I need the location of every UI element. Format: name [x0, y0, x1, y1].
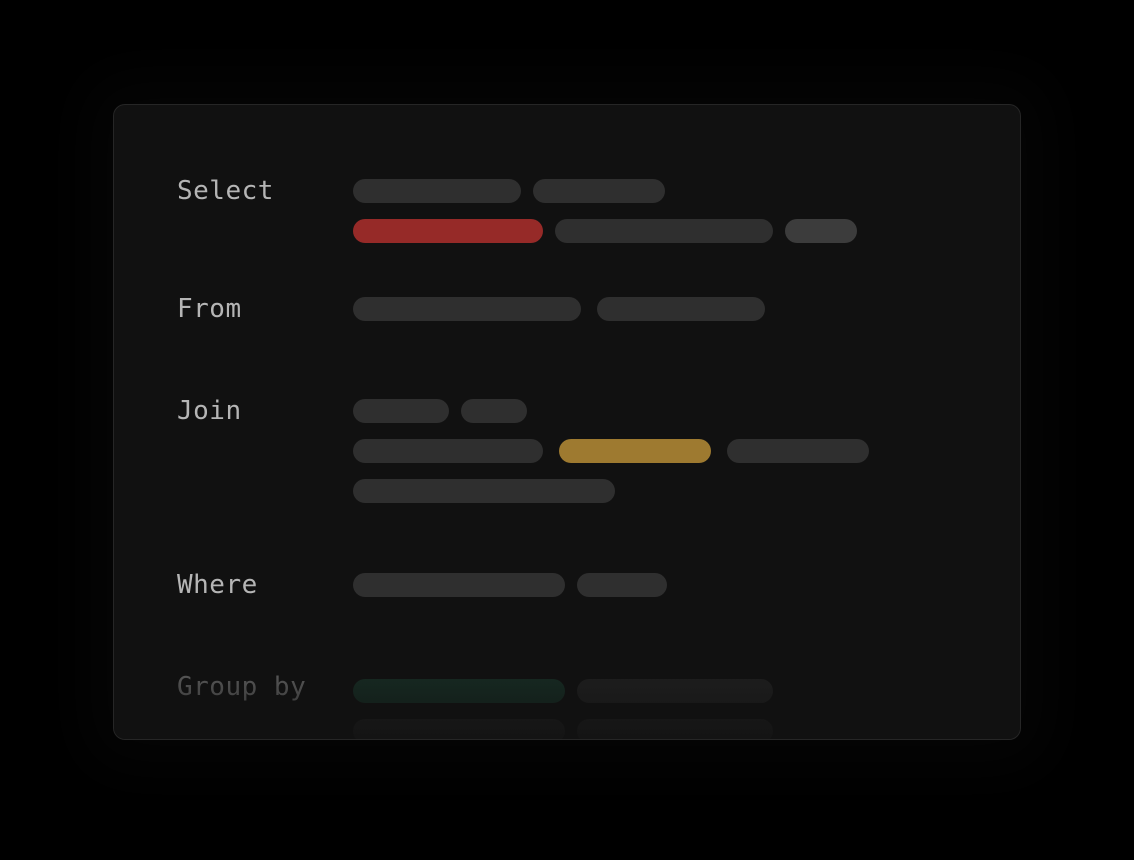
- group-by-label: Group by: [177, 672, 307, 702]
- join-token-placeholder: [353, 479, 615, 503]
- join-token-placeholder: [461, 399, 527, 423]
- join-label: Join: [177, 396, 242, 426]
- where-label: Where: [177, 570, 258, 600]
- group-by-token-highlighted-green: [353, 679, 565, 703]
- group-by-token-placeholder: [577, 719, 773, 739]
- where-token-placeholder: [577, 573, 667, 597]
- select-token-placeholder: [785, 219, 857, 243]
- join-token-placeholder: [727, 439, 869, 463]
- join-token-placeholder: [353, 439, 543, 463]
- select-token-placeholder: [533, 179, 665, 203]
- select-token-highlighted-red: [353, 219, 543, 243]
- group-by-token-placeholder: [577, 679, 773, 703]
- join-token-highlighted-gold: [559, 439, 711, 463]
- from-token-placeholder: [597, 297, 765, 321]
- from-label: From: [177, 294, 242, 324]
- select-token-placeholder: [555, 219, 773, 243]
- group-by-token-placeholder: [353, 719, 565, 739]
- select-label: Select: [177, 176, 274, 206]
- where-token-placeholder: [353, 573, 565, 597]
- select-token-placeholder: [353, 179, 521, 203]
- query-builder-card: Select From Join Where Group by: [113, 104, 1021, 740]
- from-token-placeholder: [353, 297, 581, 321]
- join-token-placeholder: [353, 399, 449, 423]
